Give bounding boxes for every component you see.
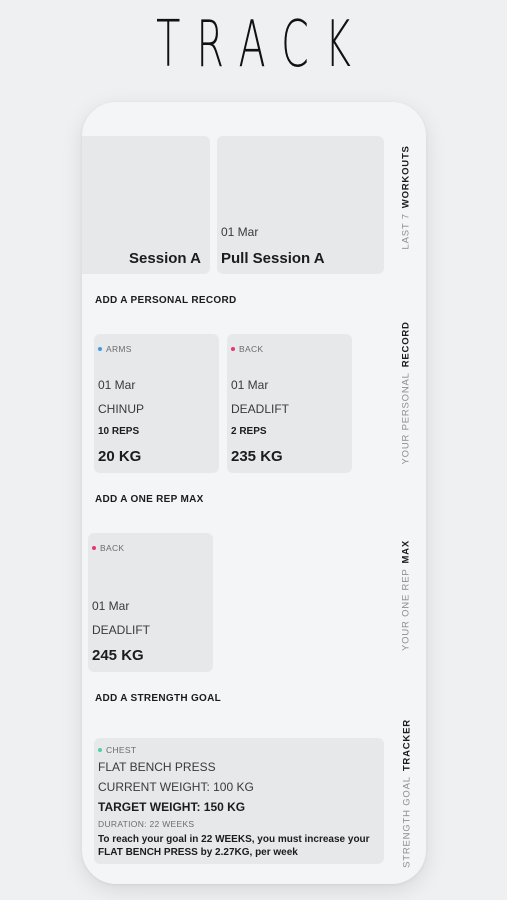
personal-record-section-label: YOUR PERSONALRECORD — [400, 321, 412, 465]
max-weight: 245 KG — [92, 647, 144, 664]
app-screen: Session A 01 Mar Pull Session A LAST 7WO… — [82, 102, 426, 884]
workout-name: Session A — [129, 250, 201, 267]
personal-record-card[interactable]: ARMS 01 Mar CHINUP 10 REPS 20 KG — [94, 334, 219, 473]
personal-record-card[interactable]: BACK 01 Mar DEADLIFT 2 REPS 235 KG — [227, 334, 352, 473]
strength-goal-section-label: STRENGTH GOALTRACKER — [401, 719, 413, 868]
goal-advice-line-2: FLAT BENCH PRESS by 2.27KG, per week — [98, 847, 298, 858]
record-exercise: DEADLIFT — [231, 402, 290, 416]
workout-card[interactable]: Session A — [82, 136, 210, 274]
category-tag: BACK — [92, 543, 124, 553]
record-weight: 235 KG — [231, 448, 283, 465]
one-rep-max-section-label: YOUR ONE REPMAX — [400, 540, 412, 651]
category-tag: CHEST — [98, 745, 136, 755]
goal-current-weight: CURRENT WEIGHT: 100 KG — [98, 780, 254, 794]
workouts-section-label: LAST 7WORKOUTS — [400, 145, 412, 250]
page-title: TRACK — [156, 8, 368, 82]
goal-duration: DURATION: 22 WEEKS — [98, 819, 195, 829]
add-personal-record-button[interactable]: ADD A PERSONAL RECORD — [95, 295, 237, 306]
category-dot — [98, 747, 102, 752]
goal-advice-line-1: To reach your goal in 22 WEEKS, you must… — [98, 834, 370, 845]
strength-goal-card[interactable]: CHEST FLAT BENCH PRESS CURRENT WEIGHT: 1… — [94, 738, 384, 864]
max-exercise: DEADLIFT — [92, 623, 151, 637]
record-reps: 10 REPS — [98, 426, 140, 437]
workout-date: 01 Mar — [221, 225, 259, 239]
add-strength-goal-button[interactable]: ADD A STRENGTH GOAL — [95, 693, 221, 704]
workout-name: Pull Session A — [221, 250, 325, 267]
category-dot — [92, 545, 96, 550]
add-one-rep-max-button[interactable]: ADD A ONE REP MAX — [95, 494, 204, 505]
record-date: 01 Mar — [98, 378, 136, 392]
one-rep-max-card[interactable]: BACK 01 Mar DEADLIFT 245 KG — [88, 533, 213, 672]
record-weight: 20 KG — [98, 448, 142, 465]
category-tag: ARMS — [98, 344, 132, 354]
category-tag: BACK — [231, 344, 263, 354]
record-date: 01 Mar — [231, 378, 269, 392]
goal-target-weight: TARGET WEIGHT: 150 KG — [98, 800, 246, 814]
max-date: 01 Mar — [92, 599, 130, 613]
category-dot — [231, 346, 235, 351]
workout-card[interactable]: 01 Mar Pull Session A — [217, 136, 384, 274]
category-dot — [98, 346, 102, 351]
goal-exercise: FLAT BENCH PRESS — [98, 760, 216, 774]
phone-frame: Session A 01 Mar Pull Session A LAST 7WO… — [82, 102, 426, 884]
record-reps: 2 REPS — [231, 426, 267, 437]
record-exercise: CHINUP — [98, 402, 145, 416]
